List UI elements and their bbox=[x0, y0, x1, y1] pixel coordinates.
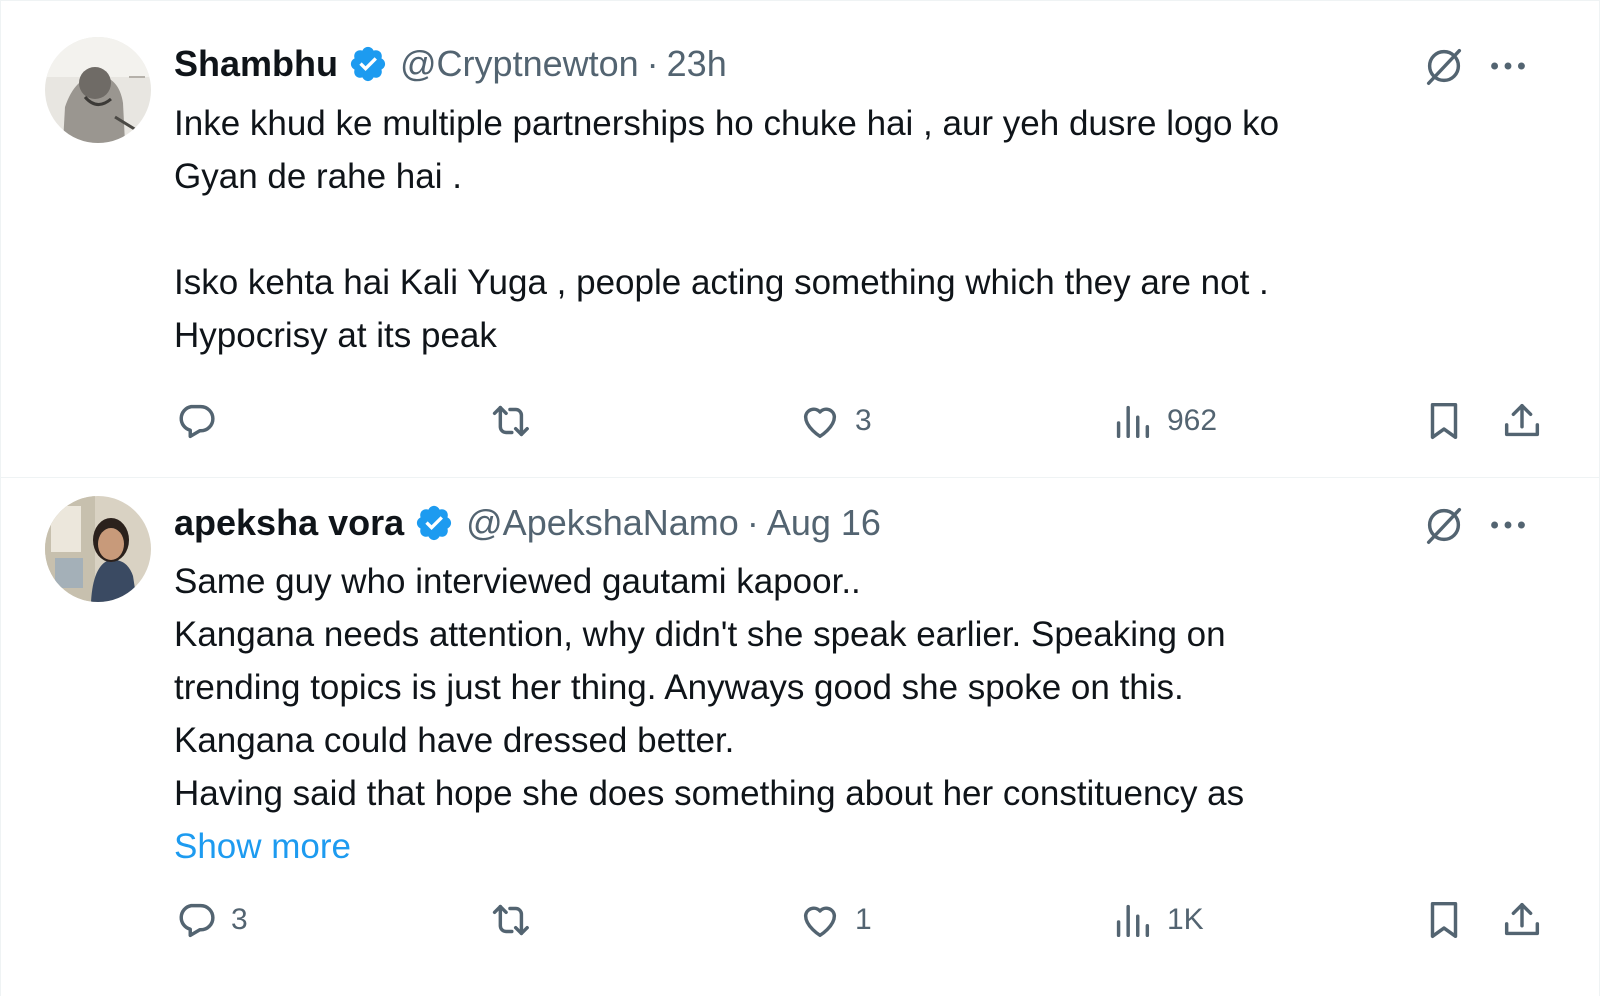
handle[interactable]: @Cryptnewton bbox=[400, 43, 639, 85]
tweet-text-line: Hypocrisy at its peak bbox=[174, 316, 497, 355]
verified-badge-icon[interactable] bbox=[414, 503, 454, 543]
tweet-text: Same guy who interviewed gautami kapoor.… bbox=[174, 555, 1494, 873]
tweet[interactable]: Shambhu @Cryptnewton · 23h Inke khud ke … bbox=[1, 0, 1600, 478]
reply-button[interactable]: 3 bbox=[173, 892, 248, 948]
avatar[interactable] bbox=[45, 37, 151, 143]
verified-badge-icon[interactable] bbox=[348, 44, 388, 84]
action-bar: 3 962 bbox=[1, 393, 1600, 449]
tweet-text-line: trending topics is just her thing. Anywa… bbox=[174, 668, 1184, 707]
handle[interactable]: @ApekshaNamo bbox=[466, 502, 739, 544]
display-name[interactable]: Shambhu bbox=[174, 43, 338, 85]
bookmark-button[interactable] bbox=[1421, 892, 1467, 948]
reply-icon bbox=[179, 903, 215, 938]
tweet-text-line: Same guy who interviewed gautami kapoor.… bbox=[174, 562, 861, 601]
like-count: 3 bbox=[855, 404, 872, 437]
separator: · bbox=[646, 43, 659, 84]
show-more-link[interactable]: Show more bbox=[174, 820, 351, 873]
share-button[interactable] bbox=[1499, 393, 1545, 449]
tweet[interactable]: apeksha vora @ApekshaNamo · Aug 16 Same … bbox=[1, 478, 1600, 996]
heart-icon bbox=[803, 407, 837, 439]
timestamp[interactable]: 23h bbox=[667, 43, 727, 85]
separator: · bbox=[746, 502, 759, 543]
views-button[interactable]: 962 bbox=[1109, 393, 1217, 449]
share-button[interactable] bbox=[1499, 892, 1545, 948]
tweet-text-line: Isko kehta hai Kali Yuga , people acting… bbox=[174, 263, 1269, 302]
reply-button[interactable] bbox=[173, 393, 231, 449]
retweet-icon bbox=[492, 405, 529, 437]
avatar[interactable] bbox=[45, 496, 151, 602]
like-count: 1 bbox=[855, 903, 872, 936]
bookmark-icon bbox=[1430, 901, 1458, 939]
action-bar: 3 1 1K bbox=[1, 892, 1600, 948]
retweet-button[interactable] bbox=[485, 393, 543, 449]
grok-icon[interactable] bbox=[1421, 43, 1467, 89]
display-name[interactable]: apeksha vora bbox=[174, 502, 404, 544]
share-icon bbox=[1504, 403, 1540, 437]
timeline-feed: Shambhu @Cryptnewton · 23h Inke khud ke … bbox=[0, 0, 1600, 996]
grok-icon[interactable] bbox=[1421, 502, 1467, 548]
view-count: 962 bbox=[1167, 404, 1218, 437]
tweet-header: apeksha vora @ApekshaNamo · Aug 16 bbox=[174, 500, 881, 546]
tweet-text-line: Kangana needs attention, why didn't she … bbox=[174, 615, 1226, 654]
bookmark-icon bbox=[1430, 402, 1458, 440]
more-icon[interactable] bbox=[1485, 502, 1531, 548]
like-button[interactable]: 3 bbox=[797, 393, 872, 449]
retweet-button[interactable] bbox=[485, 892, 543, 948]
tweet-text-line: Having said that hope she does something… bbox=[174, 774, 1245, 813]
tweet-text: Inke khud ke multiple partnerships ho ch… bbox=[174, 97, 1494, 362]
tweet-text-line: Gyan de rahe hai . bbox=[174, 157, 462, 196]
views-icon bbox=[1116, 904, 1150, 938]
views-button[interactable]: 1K bbox=[1109, 892, 1204, 948]
heart-icon bbox=[803, 906, 837, 938]
bookmark-button[interactable] bbox=[1421, 393, 1467, 449]
timestamp[interactable]: Aug 16 bbox=[767, 502, 881, 544]
like-button[interactable]: 1 bbox=[797, 892, 872, 948]
tweet-header: Shambhu @Cryptnewton · 23h bbox=[174, 41, 727, 87]
tweet-text-line: Kangana could have dressed better. bbox=[174, 721, 735, 760]
reply-icon bbox=[179, 404, 215, 439]
views-icon bbox=[1116, 405, 1150, 439]
tweet-text-line: Inke khud ke multiple partnerships ho ch… bbox=[174, 104, 1280, 143]
more-icon[interactable] bbox=[1485, 43, 1531, 89]
view-count: 1K bbox=[1167, 903, 1204, 936]
reply-count: 3 bbox=[231, 903, 248, 936]
retweet-icon bbox=[492, 904, 529, 936]
share-icon bbox=[1504, 902, 1540, 936]
